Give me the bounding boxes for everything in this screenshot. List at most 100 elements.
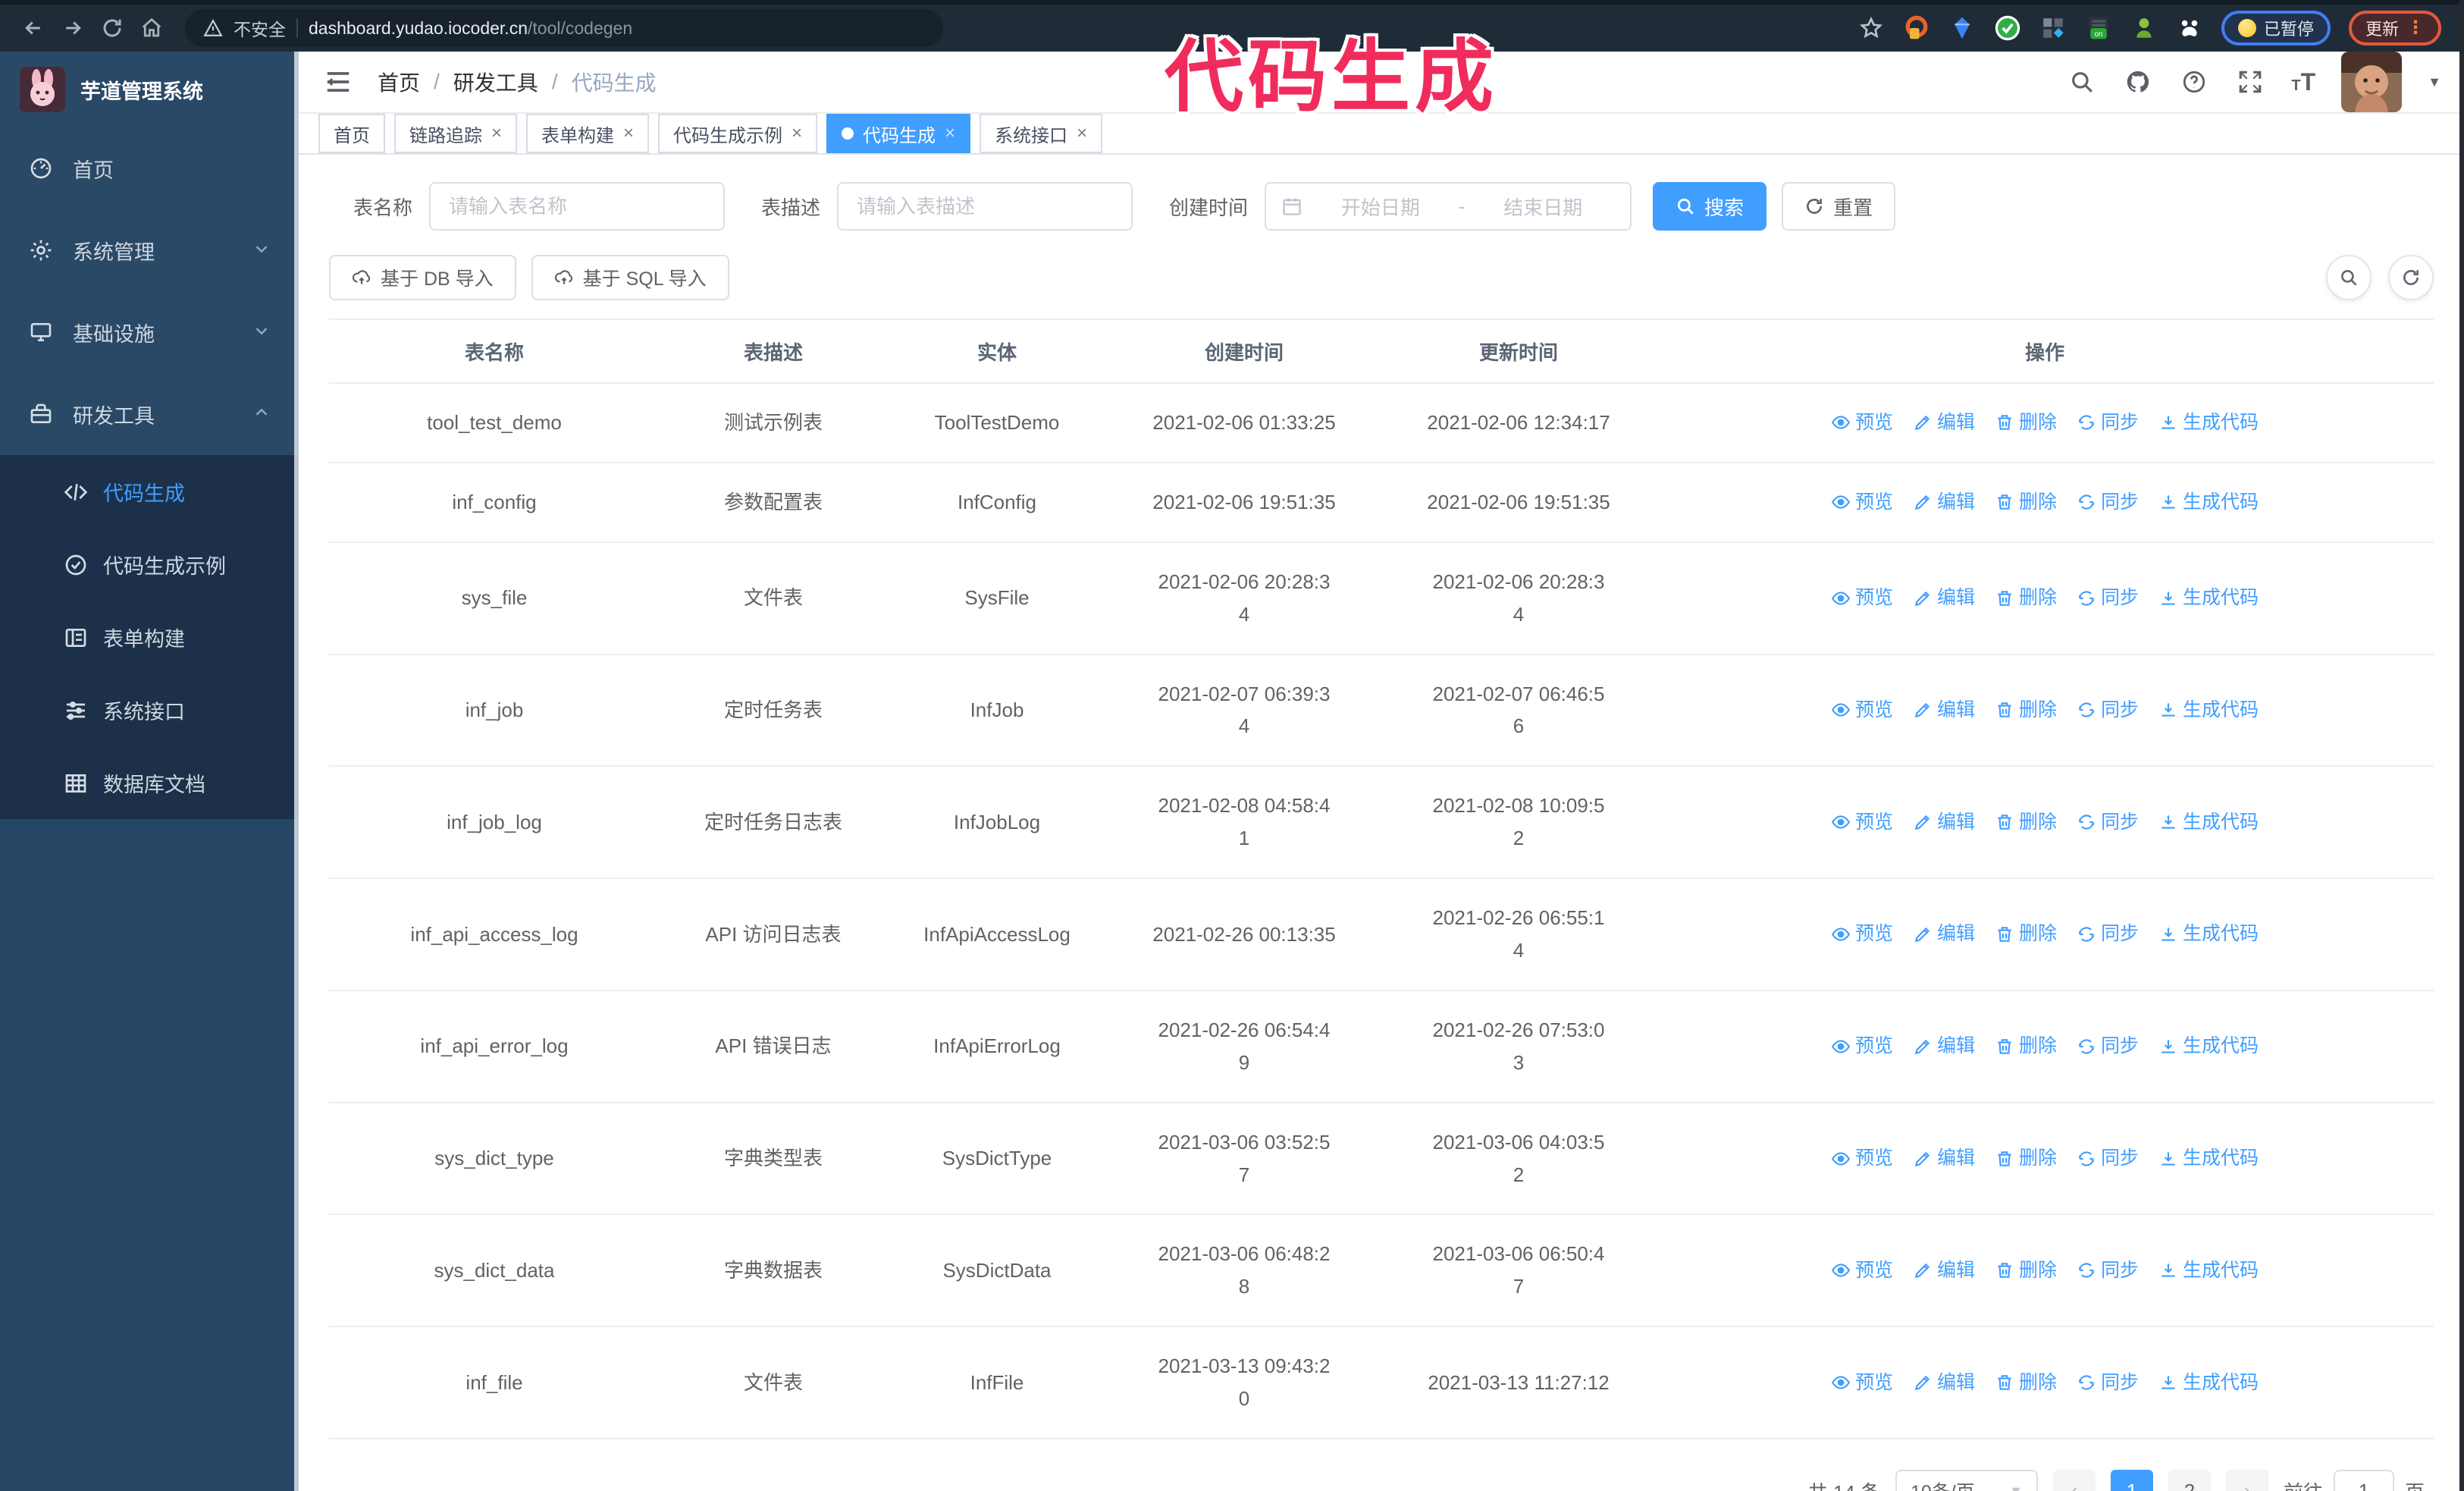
sidebar-item-db-doc[interactable]: 数据库文档 (0, 746, 299, 819)
delete-link[interactable]: 删除 (1995, 807, 2057, 838)
close-icon[interactable]: × (491, 124, 502, 143)
tab-首页[interactable]: 首页 (318, 114, 385, 153)
edit-link[interactable]: 编辑 (1913, 695, 1975, 726)
edit-link[interactable]: 编辑 (1913, 918, 1975, 950)
back-icon[interactable] (15, 10, 52, 46)
edit-link[interactable]: 编辑 (1913, 1367, 1975, 1398)
table-name-input[interactable] (429, 182, 726, 231)
extension-icon-paw[interactable] (2174, 13, 2205, 43)
sidebar-item-system[interactable]: 系统管理 (0, 209, 299, 291)
extension-icon-gem[interactable] (1947, 13, 1977, 43)
bookmark-star-icon[interactable] (1856, 13, 1886, 43)
edit-link[interactable]: 编辑 (1913, 487, 1975, 518)
sync-link[interactable]: 同步 (2077, 807, 2139, 838)
tab-系统接口[interactable]: 系统接口 × (980, 114, 1103, 153)
help-icon[interactable] (2179, 67, 2209, 97)
goto-page-input[interactable] (2333, 1470, 2394, 1491)
tab-代码生成[interactable]: 代码生成 × (826, 114, 971, 153)
browser-menu-icon[interactable]: ⋮ (2406, 19, 2425, 37)
address-bar[interactable]: 不安全 dashboard.yudao.iocoder.cn/tool/code… (185, 9, 943, 47)
sync-link[interactable]: 同步 (2077, 582, 2139, 614)
page-button-2[interactable]: 2 (2168, 1470, 2211, 1491)
page-button-1[interactable]: 1 (2110, 1470, 2153, 1491)
sync-link[interactable]: 同步 (2077, 1143, 2139, 1174)
close-icon[interactable]: × (623, 124, 634, 143)
app-logo-row[interactable]: 芋道管理系统 (0, 52, 299, 127)
extension-icon-green-check[interactable] (1992, 13, 2023, 43)
delete-link[interactable]: 删除 (1995, 582, 2057, 614)
sidebar-item-codegen[interactable]: 代码生成 (0, 455, 299, 528)
delete-link[interactable]: 删除 (1995, 695, 2057, 726)
user-avatar[interactable] (2341, 52, 2403, 112)
fullscreen-icon[interactable] (2235, 67, 2265, 97)
sync-link[interactable]: 同步 (2077, 407, 2139, 438)
sync-link[interactable]: 同步 (2077, 918, 2139, 950)
preview-link[interactable]: 预览 (1831, 1255, 1893, 1286)
sidebar-item-devtools[interactable]: 研发工具 (0, 373, 299, 455)
table-desc-input[interactable] (837, 182, 1133, 231)
forward-icon[interactable] (55, 10, 91, 46)
close-icon[interactable]: × (1077, 124, 1087, 143)
edit-link[interactable]: 编辑 (1913, 807, 1975, 838)
next-page-button[interactable]: › (2225, 1470, 2268, 1491)
delete-link[interactable]: 删除 (1995, 1255, 2057, 1286)
preview-link[interactable]: 预览 (1831, 1367, 1893, 1398)
preview-link[interactable]: 预览 (1831, 1143, 1893, 1174)
refresh-button[interactable] (2388, 255, 2434, 300)
delete-link[interactable]: 删除 (1995, 1031, 2057, 1062)
hamburger-icon[interactable] (321, 65, 355, 99)
generate-code-link[interactable]: 生成代码 (2158, 1367, 2259, 1398)
sidebar-item-home[interactable]: 首页 (0, 127, 299, 209)
reset-button[interactable]: 重置 (1782, 182, 1896, 231)
edit-link[interactable]: 编辑 (1913, 1031, 1975, 1062)
preview-link[interactable]: 预览 (1831, 1031, 1893, 1062)
sync-link[interactable]: 同步 (2077, 1031, 2139, 1062)
sync-link[interactable]: 同步 (2077, 695, 2139, 726)
sidebar-item-system-api[interactable]: 系统接口 (0, 673, 299, 746)
breadcrumb-devtools[interactable]: 研发工具 (453, 67, 538, 97)
delete-link[interactable]: 删除 (1995, 1367, 2057, 1398)
preview-link[interactable]: 预览 (1831, 407, 1893, 438)
close-icon[interactable]: × (792, 124, 802, 143)
avatar-caret-icon[interactable]: ▼ (2428, 74, 2441, 90)
preview-link[interactable]: 预览 (1831, 487, 1893, 518)
github-icon[interactable] (2123, 67, 2153, 97)
reload-icon[interactable] (94, 10, 130, 46)
breadcrumb-home[interactable]: 首页 (378, 67, 420, 97)
sidebar-item-infra[interactable]: 基础设施 (0, 291, 299, 373)
close-icon[interactable]: × (945, 124, 955, 143)
search-icon[interactable] (2067, 67, 2097, 97)
tab-链路追踪[interactable]: 链路追踪 × (394, 114, 518, 153)
edit-link[interactable]: 编辑 (1913, 1255, 1975, 1286)
generate-code-link[interactable]: 生成代码 (2158, 407, 2259, 438)
font-size-icon[interactable]: TT (2291, 68, 2315, 96)
generate-code-link[interactable]: 生成代码 (2158, 918, 2259, 950)
date-range-picker[interactable]: 开始日期 - 结束日期 (1265, 182, 1632, 231)
generate-code-link[interactable]: 生成代码 (2158, 487, 2259, 518)
generate-code-link[interactable]: 生成代码 (2158, 1255, 2259, 1286)
edit-link[interactable]: 编辑 (1913, 582, 1975, 614)
edit-link[interactable]: 编辑 (1913, 407, 1975, 438)
delete-link[interactable]: 删除 (1995, 407, 2057, 438)
search-button[interactable]: 搜索 (1653, 182, 1767, 231)
page-size-select[interactable]: 10条/页 ▼ (1895, 1470, 2038, 1491)
sync-link[interactable]: 同步 (2077, 1367, 2139, 1398)
import-sql-button[interactable]: 基于 SQL 导入 (531, 255, 729, 300)
tab-代码生成示例[interactable]: 代码生成示例 × (658, 114, 818, 153)
sidebar-item-form-builder[interactable]: 表单构建 (0, 601, 299, 673)
generate-code-link[interactable]: 生成代码 (2158, 807, 2259, 838)
preview-link[interactable]: 预览 (1831, 582, 1893, 614)
extension-icon-green-figure[interactable] (2129, 13, 2159, 43)
generate-code-link[interactable]: 生成代码 (2158, 582, 2259, 614)
generate-code-link[interactable]: 生成代码 (2158, 695, 2259, 726)
home-icon[interactable] (133, 10, 170, 46)
delete-link[interactable]: 删除 (1995, 487, 2057, 518)
delete-link[interactable]: 删除 (1995, 918, 2057, 950)
generate-code-link[interactable]: 生成代码 (2158, 1031, 2259, 1062)
delete-link[interactable]: 删除 (1995, 1143, 2057, 1174)
extension-icon-grid[interactable] (2038, 13, 2068, 43)
sidebar-item-codegen-example[interactable]: 代码生成示例 (0, 528, 299, 601)
tab-表单构建[interactable]: 表单构建 × (526, 114, 650, 153)
sync-link[interactable]: 同步 (2077, 1255, 2139, 1286)
generate-code-link[interactable]: 生成代码 (2158, 1143, 2259, 1174)
